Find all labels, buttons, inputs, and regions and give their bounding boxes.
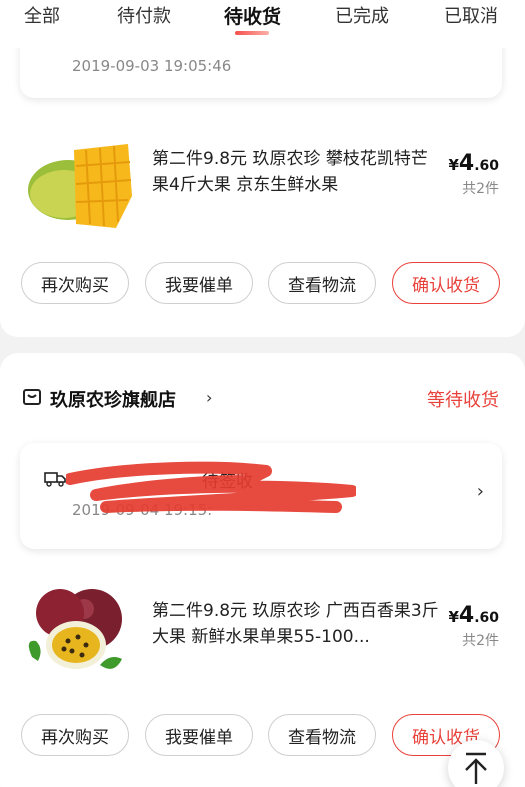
order-status-tabs: 全部 待付款 待收货 已完成 已取消 bbox=[0, 0, 525, 48]
shipping-chevron-icon[interactable]: › bbox=[477, 481, 484, 502]
redaction-scribble bbox=[66, 461, 356, 513]
product-price: ¥4.60 bbox=[448, 151, 499, 176]
product-quantity: 共2件 bbox=[462, 633, 499, 649]
store-name[interactable]: 玖原农珍旗舰店 bbox=[50, 386, 176, 412]
order-card-1: 2019-09-03 19:05:46 第二件9.8元 玖原农珍 攀枝花凯特芒果… bbox=[0, 0, 525, 337]
product-quantity: 共2件 bbox=[462, 181, 499, 197]
urge-shipment-button[interactable]: 我要催单 bbox=[145, 262, 253, 304]
urge-shipment-button[interactable]: 我要催单 bbox=[145, 714, 253, 756]
tab-pending-receipt[interactable]: 待收货 bbox=[224, 2, 281, 29]
product-title[interactable]: 第二件9.8元 玖原农珍 广西百香果3斤大果 新鲜水果单果55-100... bbox=[152, 598, 442, 650]
buy-again-button[interactable]: 再次购买 bbox=[21, 714, 129, 756]
tab-all[interactable]: 全部 bbox=[24, 2, 60, 28]
active-tab-indicator bbox=[235, 31, 269, 35]
tab-completed[interactable]: 已完成 bbox=[335, 2, 389, 28]
store-chevron-icon[interactable]: › bbox=[206, 388, 212, 407]
shipping-date: 2019-09-03 19:05:46 bbox=[72, 57, 232, 75]
order-card-2: 玖原农珍旗舰店 › 等待收货 待签收 2019-09-04 19:15: › 第… bbox=[0, 353, 525, 787]
back-to-top-button[interactable] bbox=[448, 740, 504, 787]
order-status: 等待收货 bbox=[427, 390, 499, 411]
passion-fruit-image[interactable] bbox=[22, 579, 134, 679]
mango-image[interactable] bbox=[24, 136, 136, 232]
buy-again-button[interactable]: 再次购买 bbox=[21, 262, 129, 304]
tab-cancelled[interactable]: 已取消 bbox=[444, 2, 498, 28]
view-logistics-button[interactable]: 查看物流 bbox=[268, 714, 376, 756]
view-logistics-button[interactable]: 查看物流 bbox=[268, 262, 376, 304]
arrow-up-icon bbox=[465, 752, 487, 784]
shipping-info-2[interactable]: 待签收 2019-09-04 19:15: › bbox=[20, 443, 502, 549]
product-price: ¥4.60 bbox=[448, 603, 499, 628]
truck-icon bbox=[44, 472, 66, 487]
confirm-receipt-button[interactable]: 确认收货 bbox=[392, 262, 500, 304]
tab-pending-payment[interactable]: 待付款 bbox=[117, 2, 171, 28]
store-icon bbox=[23, 389, 41, 405]
product-title[interactable]: 第二件9.8元 玖原农珍 攀枝花凯特芒果4斤大果 京东生鲜水果 bbox=[152, 146, 442, 198]
